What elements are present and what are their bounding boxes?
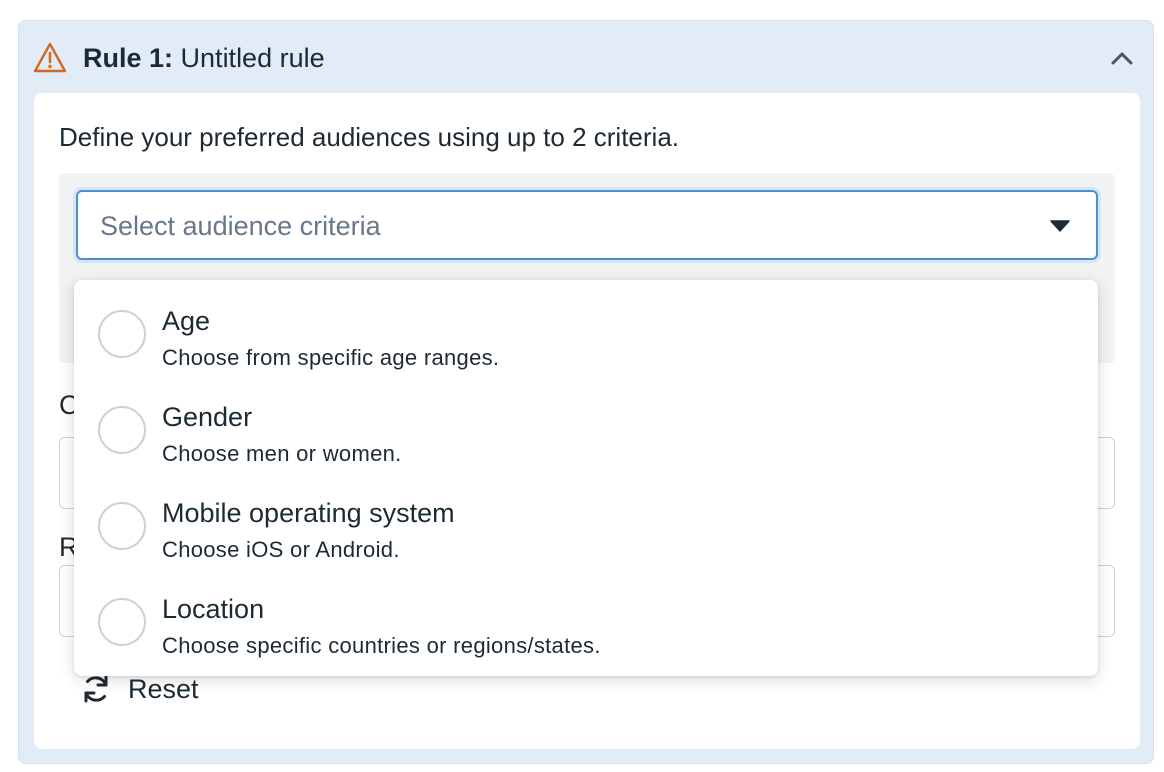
radio-location[interactable]: [98, 598, 146, 646]
chevron-up-icon[interactable]: [1109, 45, 1135, 71]
criteria-intro: Define your preferred audiences using up…: [59, 122, 680, 152]
radio-age[interactable]: [98, 310, 146, 358]
option-description: Choose specific countries or regions/sta…: [162, 633, 601, 658]
rule-prefix: Rule 1: [83, 43, 165, 73]
option-title: Location: [162, 594, 265, 624]
rule-name: Untitled rule: [180, 43, 325, 73]
option-mobile-os[interactable]: Mobile operating system Choose iOS or An…: [74, 494, 1098, 590]
option-description: Choose iOS or Android.: [162, 537, 400, 562]
radio-mobile-os[interactable]: [98, 502, 146, 550]
option-title: Mobile operating system: [162, 498, 455, 528]
radio-gender[interactable]: [98, 406, 146, 454]
select-placeholder: Select audience criteria: [100, 211, 381, 241]
caret-down-icon: [1050, 220, 1070, 232]
audience-criteria-menu: Age Choose from specific age ranges. Gen…: [74, 280, 1098, 676]
rule-title: Rule 1: Untitled rule: [83, 41, 325, 75]
option-title: Gender: [162, 402, 253, 432]
option-location[interactable]: Location Choose specific countries or re…: [74, 590, 1098, 686]
option-gender[interactable]: Gender Choose men or women.: [74, 398, 1098, 494]
rule-header[interactable]: Rule 1: Untitled rule: [19, 21, 1153, 93]
option-age[interactable]: Age Choose from specific age ranges.: [74, 302, 1098, 398]
audience-criteria-select[interactable]: Select audience criteria: [76, 190, 1098, 260]
warning-icon: [33, 42, 67, 73]
option-title: Age: [162, 306, 211, 336]
rule-separator: :: [164, 43, 174, 73]
option-description: Choose from specific age ranges.: [162, 345, 500, 370]
option-description: Choose men or women.: [162, 441, 402, 466]
